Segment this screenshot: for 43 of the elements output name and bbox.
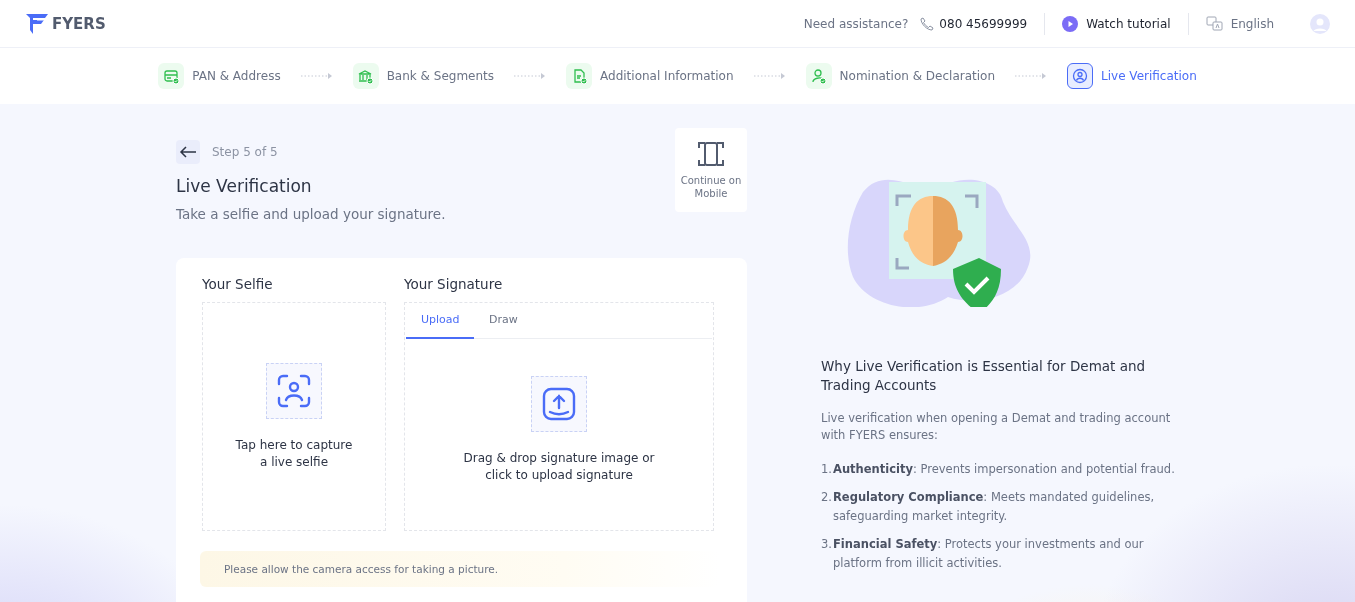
step-tab[interactable]: Nomination & Declaration — [839, 69, 996, 83]
benefit-text: Regulatory Compliance: Meets mandated guidelines, safeguarding market integrity. — [833, 489, 1156, 525]
step-connector-arrow — [753, 72, 786, 80]
phone-icon — [920, 16, 935, 31]
page-subtitle: Take a selfie and upload your signature. — [176, 206, 446, 222]
step-tab[interactable]: Bank & Segments — [386, 69, 495, 83]
brand-name: FYERS — [52, 14, 106, 33]
page-title: Live Verification — [176, 176, 313, 196]
signature-upload-area[interactable]: Upload Draw Drag & drop signature image or click to upload signature — [404, 302, 714, 531]
continue-on-mobile-button[interactable]: Continue on Mobile — [675, 128, 747, 212]
info-heading: Why Live Verification is Essential for Demat and Trading Accounts — [821, 357, 1147, 395]
back-arrow-icon — [179, 146, 197, 158]
phone-number[interactable]: 080 45699999 — [939, 16, 1028, 31]
list-number: 2. — [821, 489, 833, 506]
play-icon — [1062, 15, 1079, 32]
signature-tab[interactable]: Upload — [406, 303, 474, 339]
selfie-capture-area[interactable]: Tap here to capture a live selfie — [202, 302, 386, 531]
list-number: 3. — [821, 536, 833, 553]
step-counter: Step 5 of 5 — [212, 145, 278, 159]
step-connector-arrow — [1015, 72, 1048, 80]
back-button[interactable] — [176, 140, 200, 164]
logo-icon — [25, 12, 49, 35]
face-scan-icon — [276, 372, 312, 409]
info-intro: Live verification when opening a Demat and trading account with FYERS ensures: — [821, 410, 1172, 444]
step-tab[interactable]: PAN & Address — [192, 69, 281, 83]
benefit-text: Financial Safety: Protects your investments and our platform from illicit activities. — [833, 536, 1145, 572]
step-tab[interactable]: Live Verification — [1101, 69, 1197, 83]
translate-icon — [1205, 16, 1223, 31]
step-tab[interactable]: Additional Information — [600, 69, 734, 83]
signature-prompt: Drag & drop signature image or click to upload signature — [462, 449, 656, 484]
phone-scan-icon — [697, 140, 725, 168]
list-number: 1. — [821, 461, 833, 478]
language-selector[interactable]: English — [1230, 16, 1274, 31]
upload-icon — [541, 385, 577, 422]
signature-tab[interactable]: Draw — [474, 303, 533, 339]
selfie-prompt: Tap here to capture a live selfie — [234, 436, 354, 471]
assistance-label: Need assistance? — [803, 16, 909, 31]
step-connector-arrow — [300, 72, 333, 80]
watch-tutorial-link[interactable]: Watch tutorial — [1086, 16, 1171, 31]
selfie-heading: Your Selfie — [202, 276, 274, 292]
signature-heading: Your Signature — [404, 276, 504, 292]
benefit-text: Authenticity: Prevents impersonation and potential fraud. — [833, 461, 1175, 478]
step-connector-arrow — [514, 72, 547, 80]
